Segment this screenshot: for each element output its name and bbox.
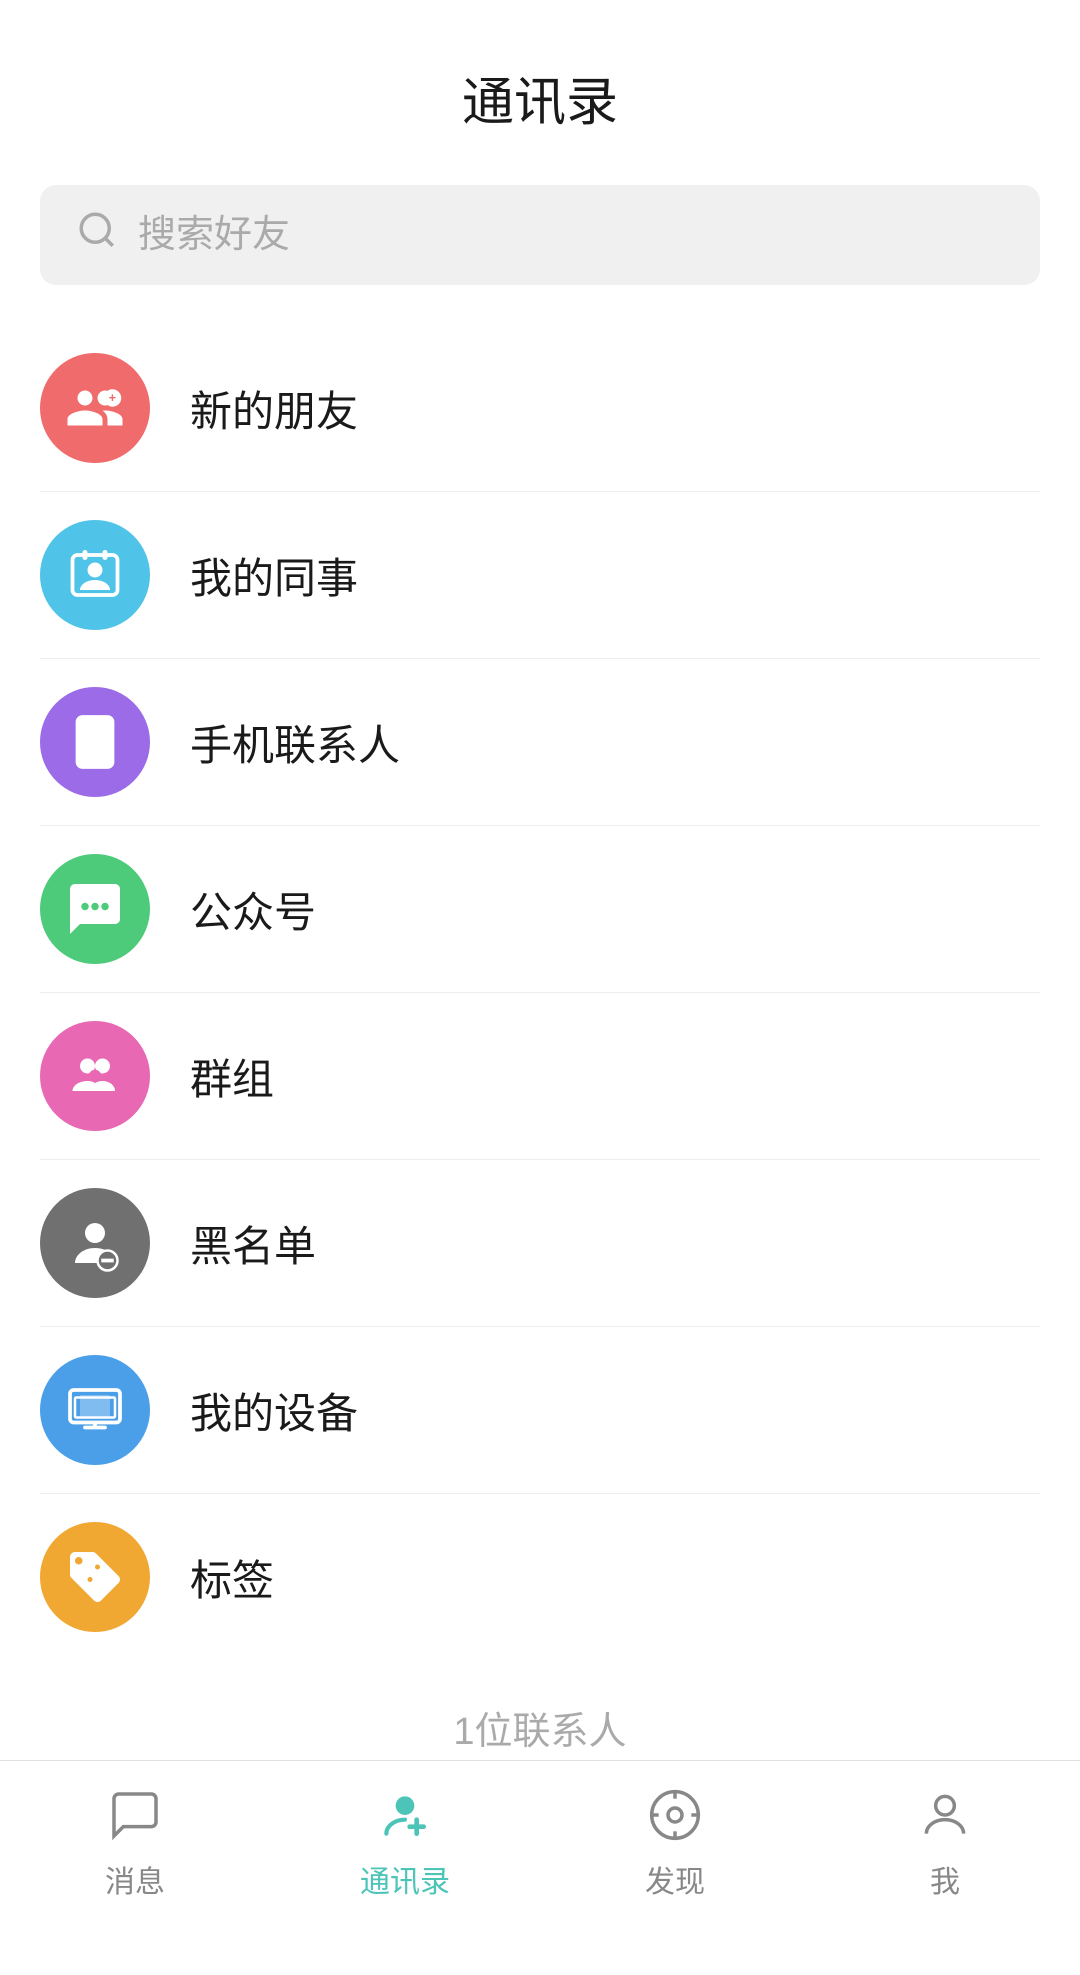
phone-contacts-icon bbox=[40, 687, 150, 797]
menu-item-my-devices[interactable]: 我的设备 bbox=[40, 1327, 1040, 1494]
nav-item-me[interactable]: 我 bbox=[810, 1781, 1080, 1901]
public-account-icon bbox=[40, 854, 150, 964]
messages-nav-label: 消息 bbox=[105, 1857, 165, 1901]
tags-label: 标签 bbox=[190, 1547, 274, 1608]
new-friends-icon: + bbox=[40, 353, 150, 463]
contacts-nav-label: 通讯录 bbox=[360, 1857, 450, 1901]
page-title: 通讯录 bbox=[462, 74, 618, 132]
svg-text:+: + bbox=[109, 391, 116, 405]
menu-item-phone-contacts[interactable]: 手机联系人 bbox=[40, 659, 1040, 826]
groups-icon bbox=[40, 1021, 150, 1131]
menu-item-blacklist[interactable]: 黑名单 bbox=[40, 1160, 1040, 1327]
discover-nav-icon bbox=[641, 1781, 709, 1849]
tags-icon bbox=[40, 1522, 150, 1632]
groups-label: 群组 bbox=[190, 1046, 274, 1107]
menu-item-colleagues[interactable]: 我的同事 bbox=[40, 492, 1040, 659]
colleagues-label: 我的同事 bbox=[190, 545, 358, 606]
new-friends-label: 新的朋友 bbox=[190, 378, 358, 439]
page-header: 通讯录 bbox=[0, 0, 1080, 165]
phone-contacts-label: 手机联系人 bbox=[190, 712, 400, 773]
me-nav-label: 我 bbox=[930, 1857, 960, 1901]
my-devices-icon bbox=[40, 1355, 150, 1465]
blacklist-label: 黑名单 bbox=[190, 1213, 316, 1274]
search-container bbox=[40, 185, 1040, 285]
contacts-nav-icon bbox=[371, 1781, 439, 1849]
search-input[interactable] bbox=[138, 214, 1004, 257]
nav-item-discover[interactable]: 发现 bbox=[540, 1781, 810, 1901]
nav-item-contacts[interactable]: 通讯录 bbox=[270, 1781, 540, 1901]
blacklist-icon bbox=[40, 1188, 150, 1298]
search-icon bbox=[76, 209, 118, 261]
bottom-nav: 消息 通讯录 发现 bbox=[0, 1760, 1080, 1920]
my-devices-label: 我的设备 bbox=[190, 1380, 358, 1441]
menu-item-new-friends[interactable]: + 新的朋友 bbox=[40, 325, 1040, 492]
nav-item-messages[interactable]: 消息 bbox=[0, 1781, 270, 1901]
menu-item-tags[interactable]: 标签 bbox=[40, 1494, 1040, 1660]
public-account-label: 公众号 bbox=[190, 879, 316, 940]
menu-item-groups[interactable]: 群组 bbox=[40, 993, 1040, 1160]
messages-nav-icon bbox=[101, 1781, 169, 1849]
discover-nav-label: 发现 bbox=[645, 1857, 705, 1901]
colleagues-icon bbox=[40, 520, 150, 630]
me-nav-icon bbox=[911, 1781, 979, 1849]
menu-item-public-account[interactable]: 公众号 bbox=[40, 826, 1040, 993]
menu-list: + 新的朋友 我的同事 bbox=[0, 325, 1080, 1660]
